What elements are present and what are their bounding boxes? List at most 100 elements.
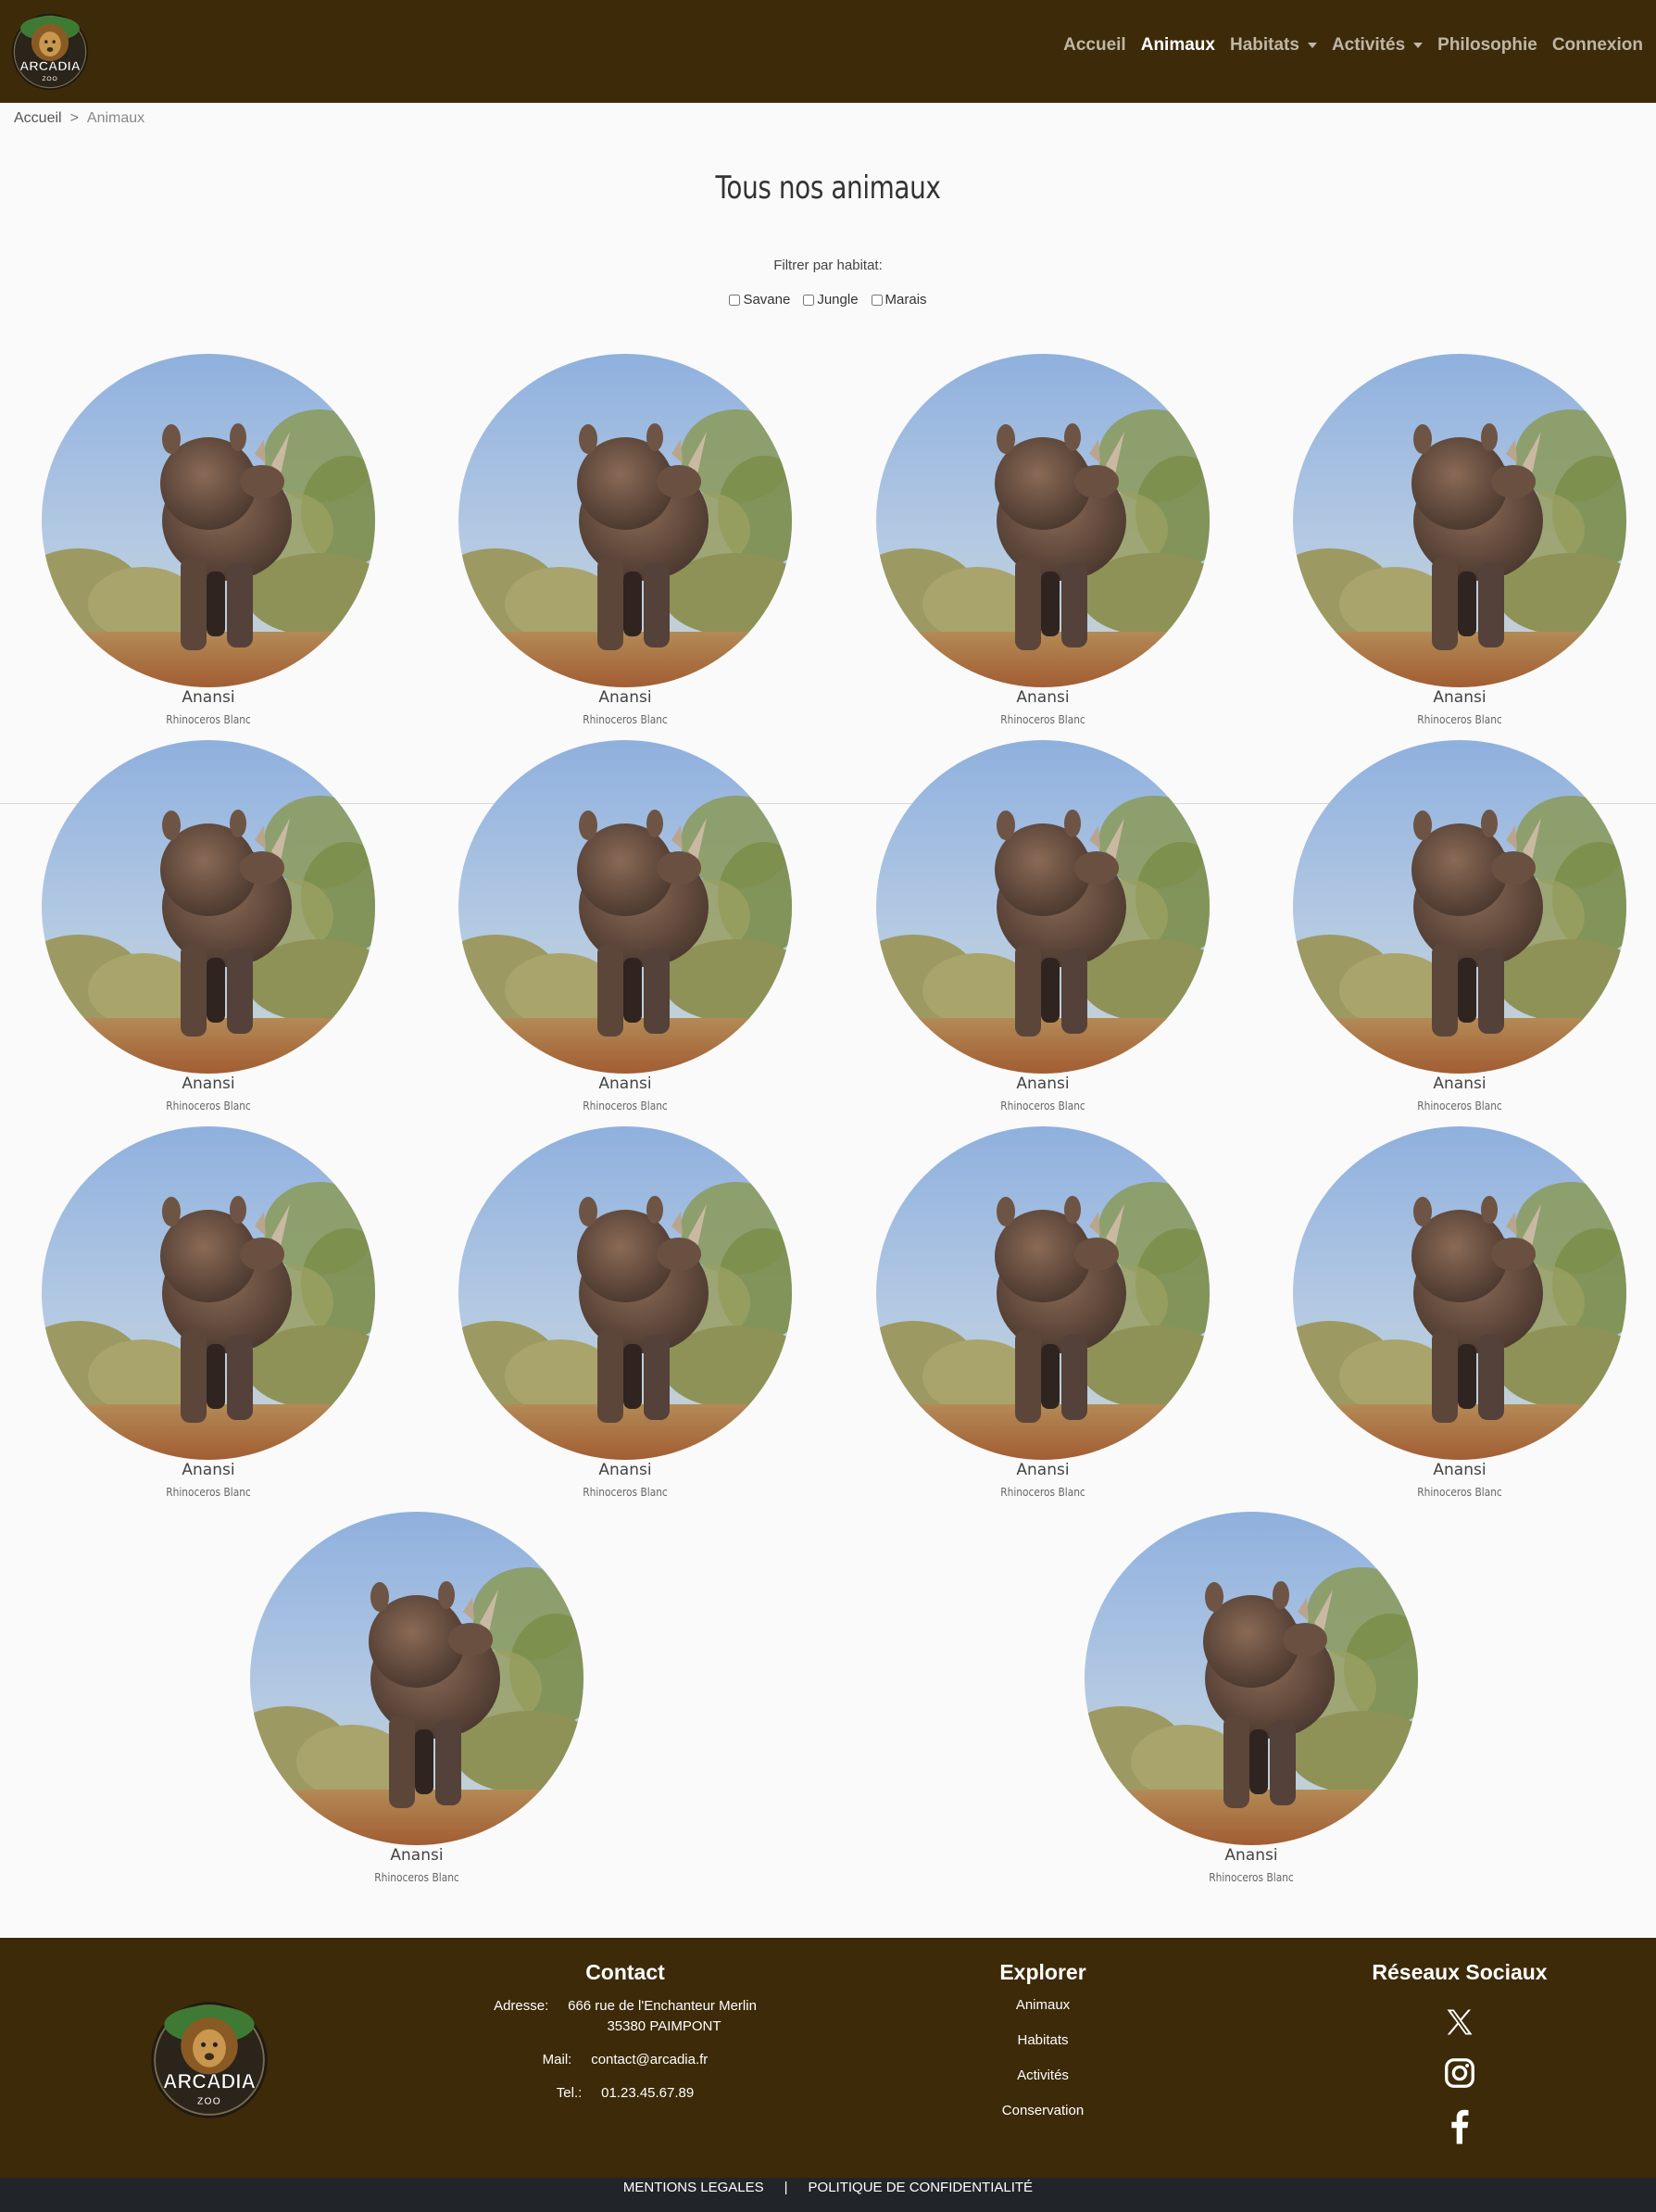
explore-link-activites[interactable]: Activités — [950, 2066, 1135, 2086]
animal-photo — [458, 354, 792, 687]
filter-label: Filtrer par habitat: — [773, 258, 883, 273]
animal-species: Rhinoceros Blanc — [583, 712, 668, 726]
animal-card[interactable]: Anansi Rhinoceros Blanc — [23, 1126, 394, 1500]
nav-habitats-label: Habitats — [1229, 35, 1299, 55]
animal-photo — [876, 1126, 1210, 1460]
breadcrumb-current: Animaux — [86, 110, 145, 126]
filter-jungle-checkbox[interactable] — [803, 294, 815, 306]
arcadia-logo — [150, 2001, 269, 2119]
filter-savane[interactable]: Savane — [729, 292, 790, 308]
tel-value[interactable]: 01.23.45.67.89 — [601, 2085, 694, 2101]
tel-label: Tel.: — [556, 2085, 583, 2101]
animal-name: Anansi — [1224, 1846, 1278, 1865]
filter-savane-label: Savane — [743, 292, 791, 308]
animal-card[interactable]: Anansi Rhinoceros Blanc — [440, 740, 810, 1113]
animal-species: Rhinoceros Blanc — [166, 1099, 251, 1112]
nav-accueil[interactable]: Accueil — [1056, 35, 1134, 56]
filter-jungle-label: Jungle — [817, 292, 859, 308]
filter-savane-checkbox[interactable] — [729, 294, 741, 306]
x-icon[interactable] — [1443, 2005, 1476, 2039]
animal-card[interactable]: Anansi Rhinoceros Blanc — [858, 1126, 1228, 1500]
site-header: Accueil Animaux Habitats Activités Philo… — [0, 0, 1656, 103]
nav-habitats[interactable]: Habitats — [1223, 35, 1324, 56]
privacy-policy-link[interactable]: POLITIQUE DE CONFIDENTIALITÉ — [809, 2179, 1034, 2197]
animal-card[interactable]: Anansi Rhinoceros Blanc — [440, 1126, 810, 1500]
animal-name: Anansi — [390, 1846, 444, 1865]
animal-photo — [42, 354, 375, 687]
facebook-icon[interactable] — [1443, 2107, 1476, 2144]
animal-photo — [1293, 740, 1626, 1074]
animal-card[interactable]: Anansi Rhinoceros Blanc — [858, 740, 1228, 1113]
animal-photo — [458, 1126, 792, 1460]
animal-photo — [250, 1512, 583, 1845]
animal-card[interactable]: Anansi Rhinoceros Blanc — [232, 1512, 602, 1885]
animal-card[interactable]: Anansi Rhinoceros Blanc — [858, 354, 1228, 727]
contact-mail: Mail: contact@arcadia.fr — [482, 2050, 769, 2070]
nav-activites[interactable]: Activités — [1324, 35, 1430, 56]
instagram-icon[interactable] — [1443, 2056, 1476, 2090]
breadcrumb-separator: > — [69, 110, 79, 126]
nav-activites-label: Activités — [1331, 35, 1406, 55]
animal-card[interactable]: Anansi Rhinoceros Blanc — [1274, 354, 1645, 727]
animal-name: Anansi — [182, 1461, 235, 1479]
chevron-down-icon — [1307, 43, 1317, 48]
animal-name: Anansi — [1016, 1075, 1070, 1093]
page-title: Tous nos animaux — [715, 170, 941, 207]
animal-name: Anansi — [598, 688, 652, 707]
legal-separator: | — [784, 2180, 788, 2195]
animal-card[interactable]: Anansi Rhinoceros Blanc — [1274, 1126, 1645, 1500]
animal-species: Rhinoceros Blanc — [1000, 1099, 1085, 1112]
animal-species: Rhinoceros Blanc — [166, 1485, 251, 1499]
habitat-filters: Savane Jungle Marais — [0, 292, 1656, 308]
explore-title: Explorer — [999, 1960, 1086, 1984]
animal-species: Rhinoceros Blanc — [1417, 1485, 1502, 1499]
animal-species: Rhinoceros Blanc — [166, 712, 251, 726]
animal-photo — [1085, 1512, 1418, 1845]
animal-card[interactable]: Anansi Rhinoceros Blanc — [1274, 740, 1645, 1113]
animal-photo — [42, 1126, 375, 1460]
nav-connexion[interactable]: Connexion — [1545, 35, 1650, 56]
nav-philosophie[interactable]: Philosophie — [1430, 35, 1545, 56]
filter-marais-checkbox[interactable] — [871, 294, 883, 306]
animal-card[interactable]: Anansi Rhinoceros Blanc — [440, 354, 810, 727]
animal-name: Anansi — [182, 688, 235, 707]
mentions-legales-link[interactable]: MENTIONS LEGALES — [623, 2179, 764, 2197]
breadcrumb-home[interactable]: Accueil — [14, 110, 62, 127]
animal-photo — [1293, 354, 1626, 687]
explore-link-habitats[interactable]: Habitats — [950, 2030, 1135, 2051]
address-line2: 35380 PAIMPONT — [482, 2017, 769, 2037]
contact-title: Contact — [585, 1960, 665, 1984]
animal-species: Rhinoceros Blanc — [583, 1099, 668, 1112]
address-line2-text: 35380 PAIMPONT — [607, 2018, 721, 2034]
animal-photo — [458, 740, 792, 1074]
animal-name: Anansi — [1433, 1075, 1487, 1093]
nav-animaux[interactable]: Animaux — [1134, 35, 1223, 56]
breadcrumb: Accueil > Animaux — [14, 110, 144, 127]
explore-link-conservation[interactable]: Conservation — [950, 2101, 1135, 2121]
filter-marais-label: Marais — [884, 292, 927, 308]
animal-name: Anansi — [182, 1075, 235, 1093]
address-line1: 666 rue de l'Enchanteur Merlin — [568, 1998, 757, 2014]
arcadia-logo[interactable] — [11, 13, 89, 91]
animal-card[interactable]: Anansi Rhinoceros Blanc — [1066, 1512, 1436, 1885]
address-label: Adresse: — [494, 1998, 549, 2014]
animal-name: Anansi — [1433, 1461, 1487, 1479]
animal-card[interactable]: Anansi Rhinoceros Blanc — [23, 354, 394, 727]
footer-social: Réseaux Sociaux — [1367, 1960, 1552, 2144]
explore-link-animaux[interactable]: Animaux — [950, 1995, 1135, 2016]
contact-address: Adresse: 666 rue de l'Enchanteur Merlin — [482, 1996, 769, 2017]
animal-species: Rhinoceros Blanc — [1000, 712, 1085, 726]
legal-bar: MENTIONS LEGALES | POLITIQUE DE CONFIDEN… — [0, 2178, 1656, 2212]
animal-name: Anansi — [1433, 688, 1487, 707]
animal-card[interactable]: Anansi Rhinoceros Blanc — [23, 740, 394, 1113]
filter-jungle[interactable]: Jungle — [803, 292, 859, 308]
animal-species: Rhinoceros Blanc — [1417, 712, 1502, 726]
chevron-down-icon — [1413, 43, 1424, 48]
main-nav: Accueil Animaux Habitats Activités Philo… — [1056, 35, 1650, 56]
filter-marais[interactable]: Marais — [871, 292, 927, 308]
animal-species: Rhinoceros Blanc — [374, 1870, 459, 1884]
footer-contact: Contact Adresse: 666 rue de l'Enchanteur… — [482, 1960, 769, 2104]
animal-photo — [876, 354, 1210, 687]
mail-link[interactable]: contact@arcadia.fr — [591, 2052, 708, 2067]
animal-species: Rhinoceros Blanc — [1209, 1870, 1294, 1884]
